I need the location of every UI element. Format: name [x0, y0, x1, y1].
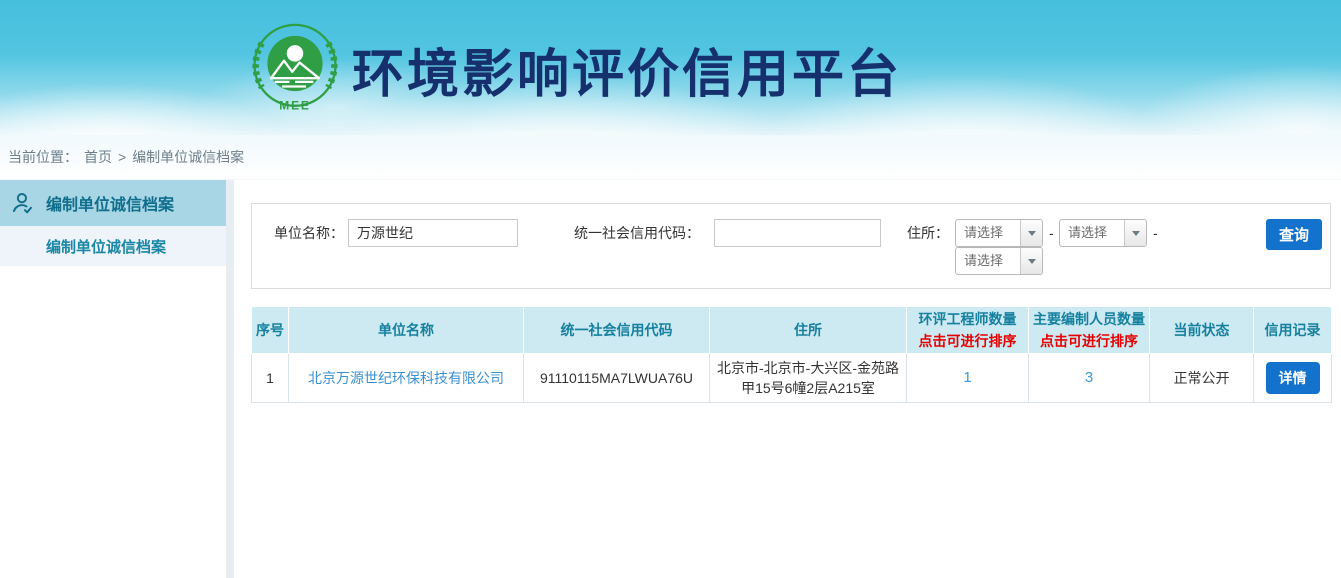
engineer-count-link[interactable]: 1	[963, 369, 971, 386]
unit-name-input[interactable]	[348, 219, 518, 247]
breadcrumb-home-link[interactable]: 首页	[84, 147, 112, 167]
sidebar-subitem-label: 编制单位诚信档案	[46, 236, 166, 257]
breadcrumb: 当前位置： 首页 > 编制单位诚信档案	[0, 135, 1341, 180]
col-credit-record: 信用记录	[1254, 307, 1332, 354]
col-engineer-count-label: 环评工程师数量	[911, 309, 1024, 329]
col-status: 当前状态	[1150, 307, 1254, 354]
person-check-icon	[10, 190, 36, 216]
cell-address: 北京市-北京市-大兴区-金苑路甲15号6幢2层A215室	[710, 354, 907, 403]
sidebar: 编制单位诚信档案 编制单位诚信档案	[0, 180, 226, 578]
table-row: 1 北京万源世纪环保科技有限公司 91110115MA7LWUA76U 北京市-…	[252, 354, 1332, 403]
staff-count-link[interactable]: 3	[1085, 369, 1093, 386]
address-dash-2: -	[1153, 219, 1158, 247]
company-name-link[interactable]: 北京万源世纪环保科技有限公司	[308, 370, 504, 386]
query-button[interactable]: 查询	[1266, 219, 1322, 250]
site-title: 环境影响评价信用平台	[352, 32, 902, 107]
col-index: 序号	[252, 307, 289, 354]
district-select-value: 请选择	[956, 248, 1020, 274]
chevron-down-icon[interactable]	[1020, 220, 1042, 246]
sidebar-item-credit-archive[interactable]: 编制单位诚信档案	[0, 180, 226, 226]
mee-logo-icon: MEE	[249, 23, 341, 115]
chevron-down-icon[interactable]	[1020, 248, 1042, 274]
svg-text:MEE: MEE	[279, 98, 310, 112]
breadcrumb-prefix: 当前位置：	[8, 147, 78, 167]
cell-credit-code: 91110115MA7LWUA76U	[524, 354, 710, 403]
province-select-value: 请选择	[956, 220, 1020, 246]
credit-code-label: 统一社会信用代码：	[574, 219, 700, 247]
col-unit-name: 单位名称	[289, 307, 524, 354]
breadcrumb-current: 编制单位诚信档案	[132, 147, 244, 167]
province-select[interactable]: 请选择	[955, 219, 1043, 247]
chevron-down-icon[interactable]	[1124, 220, 1146, 246]
sort-hint: 点击可进行排序	[1033, 331, 1145, 351]
col-engineer-count-sortable[interactable]: 环评工程师数量 点击可进行排序	[907, 307, 1029, 354]
search-form: 单位名称： 统一社会信用代码： 住所： 请选择 - 请选择 - 请选择 查询	[251, 203, 1331, 289]
site-header: MEE 环境影响评价信用平台	[0, 0, 1341, 135]
main-content: 单位名称： 统一社会信用代码： 住所： 请选择 - 请选择 - 请选择 查询	[234, 180, 1341, 578]
sort-hint: 点击可进行排序	[911, 331, 1024, 351]
sidebar-divider	[226, 180, 234, 578]
city-select-value: 请选择	[1060, 220, 1124, 246]
table-header-row: 序号 单位名称 统一社会信用代码 住所 环评工程师数量 点击可进行排序 主要编制…	[252, 307, 1332, 354]
cell-index: 1	[252, 354, 289, 403]
results-table: 序号 单位名称 统一社会信用代码 住所 环评工程师数量 点击可进行排序 主要编制…	[251, 306, 1332, 403]
district-select[interactable]: 请选择	[955, 247, 1043, 275]
address-dash-1: -	[1049, 219, 1054, 247]
col-address: 住所	[710, 307, 907, 354]
page-body: 编制单位诚信档案 编制单位诚信档案 单位名称： 统一社会信用代码： 住所： 请选…	[0, 180, 1341, 578]
sidebar-item-label: 编制单位诚信档案	[46, 191, 174, 215]
unit-name-label: 单位名称：	[274, 219, 344, 247]
detail-button[interactable]: 详情	[1266, 362, 1320, 394]
breadcrumb-separator: >	[118, 149, 126, 165]
col-staff-count-label: 主要编制人员数量	[1033, 309, 1145, 329]
col-credit-code: 统一社会信用代码	[524, 307, 710, 354]
city-select[interactable]: 请选择	[1059, 219, 1147, 247]
credit-code-input[interactable]	[714, 219, 881, 247]
col-staff-count-sortable[interactable]: 主要编制人员数量 点击可进行排序	[1029, 307, 1150, 354]
address-label: 住所：	[907, 219, 949, 247]
sidebar-subitem-credit-archive[interactable]: 编制单位诚信档案	[0, 226, 226, 266]
cell-status: 正常公开	[1150, 354, 1254, 403]
